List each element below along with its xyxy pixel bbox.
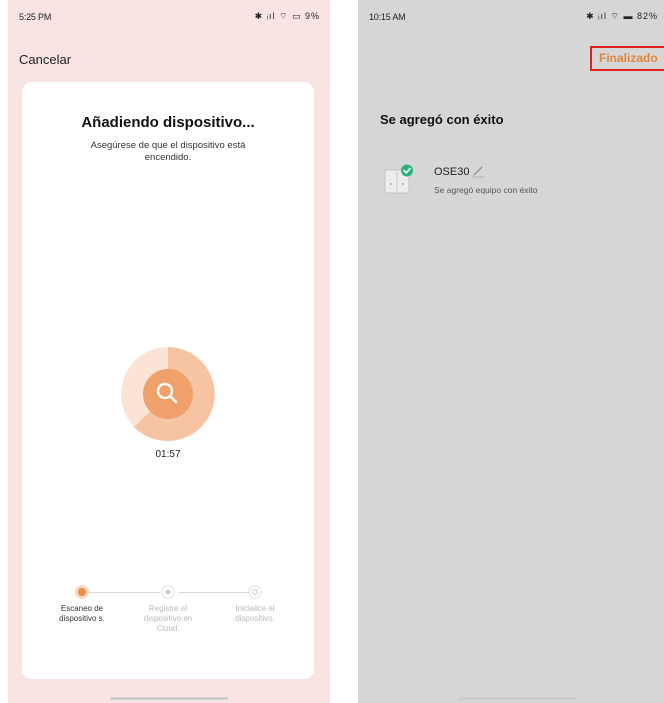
home-indicator[interactable] xyxy=(458,697,576,700)
device-status-message: Se agregó equipo con éxito xyxy=(434,185,538,195)
countdown-timer: 01:57 xyxy=(155,449,181,460)
page-title: Se agregó con éxito xyxy=(380,112,504,127)
status-bar: 10:15 AM ✱ ᵢıl ⌔ ▬ 82% xyxy=(358,0,664,26)
step-indicator-pending xyxy=(248,585,262,599)
step-connector xyxy=(179,592,249,593)
done-button[interactable]: Finalizado xyxy=(590,46,664,71)
status-bar: 5:25 PM ✱ ᵢıl ⌔ ▭ 9% xyxy=(8,0,330,26)
step-connector xyxy=(88,592,160,593)
page-subtitle: Asegúrese de que el dispositivo está enc… xyxy=(90,140,246,163)
progress-card: Añadiendo dispositivo... Asegúrese de qu… xyxy=(22,82,314,679)
status-icons: ✱ ᵢıl ⌔ ▭ 9% xyxy=(254,11,320,21)
switch-device-icon xyxy=(384,164,413,194)
home-indicator[interactable] xyxy=(110,697,228,700)
success-check-icon xyxy=(401,164,413,177)
step-indicator-pending xyxy=(161,585,175,599)
step-indicator-active xyxy=(75,585,89,599)
scan-progress-indicator xyxy=(121,347,215,441)
device-name: OSE30 xyxy=(434,166,470,178)
device-added-screen: 10:15 AM ✱ ᵢıl ⌔ ▬ 82% Finalizado Se agr… xyxy=(358,0,664,703)
progress-stepper xyxy=(22,585,314,601)
status-icons: ✱ ᵢıl ⌔ ▬ 82% xyxy=(586,11,658,21)
page-title: Añadiendo dispositivo... xyxy=(81,114,255,131)
step-label-register: Registre el dispositivo en Cloud. xyxy=(143,604,193,633)
edit-name-icon[interactable] xyxy=(471,164,485,178)
status-time: 10:15 AM xyxy=(369,12,406,22)
step-label-scan: Escaneo de dispositivo s. xyxy=(59,604,105,623)
cancel-button[interactable]: Cancelar xyxy=(19,52,71,67)
status-time: 5:25 PM xyxy=(19,12,52,22)
step-label-initialize: Inicialice el dispositivo. xyxy=(235,604,275,623)
adding-device-screen: 5:25 PM ✱ ᵢıl ⌔ ▭ 9% Cancelar Añadiendo … xyxy=(8,0,330,703)
